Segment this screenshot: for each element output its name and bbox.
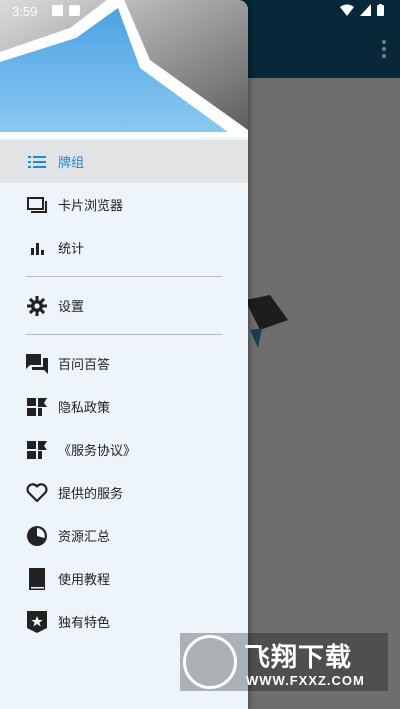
drawer-item-label: 隐私政策 <box>58 401 111 416</box>
drawer-item-service-agreement[interactable]: 《服务协议》 <box>0 428 248 471</box>
drawer-item-privacy-policy[interactable]: 隐私政策 <box>0 385 248 428</box>
battery-icon <box>377 4 384 16</box>
drawer-item-label: 独有特色 <box>58 616 111 631</box>
star-badge-icon <box>26 610 48 633</box>
drawer-item-label: 百问百答 <box>58 358 111 373</box>
navigation-drawer: 牌组 卡片浏览器 统计 设置 百问百答 隐私政策 《服务协议》 提供的服务 资源… <box>0 0 248 709</box>
heart-icon <box>26 482 48 504</box>
drawer-item-tutorial[interactable]: 使用教程 <box>0 557 248 600</box>
card-browser-icon <box>26 194 48 216</box>
pie-chart-icon <box>26 525 48 547</box>
policy-icon <box>26 396 48 418</box>
signal-icon <box>360 4 371 16</box>
drawer-item-statistics[interactable]: 统计 <box>0 226 248 269</box>
drawer-item-label: 《服务协议》 <box>58 444 137 459</box>
bar-chart-icon <box>26 237 48 259</box>
drawer-item-faq[interactable]: 百问百答 <box>0 342 248 385</box>
gear-icon <box>26 295 48 317</box>
wifi-icon <box>340 4 354 16</box>
notification-icon <box>52 5 63 16</box>
drawer-item-resources[interactable]: 资源汇总 <box>0 514 248 557</box>
watermark-main-text: 飞翔下载 <box>244 643 353 673</box>
book-icon <box>26 567 48 590</box>
drawer-item-label: 资源汇总 <box>58 530 111 545</box>
status-time: 3:59 <box>12 4 38 19</box>
policy-icon <box>26 439 48 461</box>
watermark-logo-icon <box>183 635 237 689</box>
drawer-item-card-browser[interactable]: 卡片浏览器 <box>0 183 248 226</box>
list-icon <box>26 151 48 173</box>
drawer-item-label: 使用教程 <box>58 573 111 588</box>
drawer-item-services[interactable]: 提供的服务 <box>0 471 248 514</box>
drawer-item-label: 提供的服务 <box>58 487 124 502</box>
status-bar: 3:59 <box>0 0 400 24</box>
drawer-menu: 牌组 卡片浏览器 统计 设置 百问百答 隐私政策 《服务协议》 提供的服务 资源… <box>0 140 248 643</box>
notification-icon <box>69 5 80 16</box>
drawer-item-label: 牌组 <box>58 156 85 171</box>
watermark-sub-text: WWW.FXXZ.COM <box>246 673 365 688</box>
drawer-item-label: 设置 <box>58 300 85 315</box>
forum-icon <box>26 353 48 375</box>
drawer-item-settings[interactable]: 设置 <box>0 284 248 327</box>
drawer-item-label: 卡片浏览器 <box>58 199 124 214</box>
watermark: 飞翔下载 WWW.FXXZ.COM <box>180 633 388 691</box>
drawer-item-label: 统计 <box>58 242 85 257</box>
drawer-item-decks[interactable]: 牌组 <box>0 140 248 183</box>
